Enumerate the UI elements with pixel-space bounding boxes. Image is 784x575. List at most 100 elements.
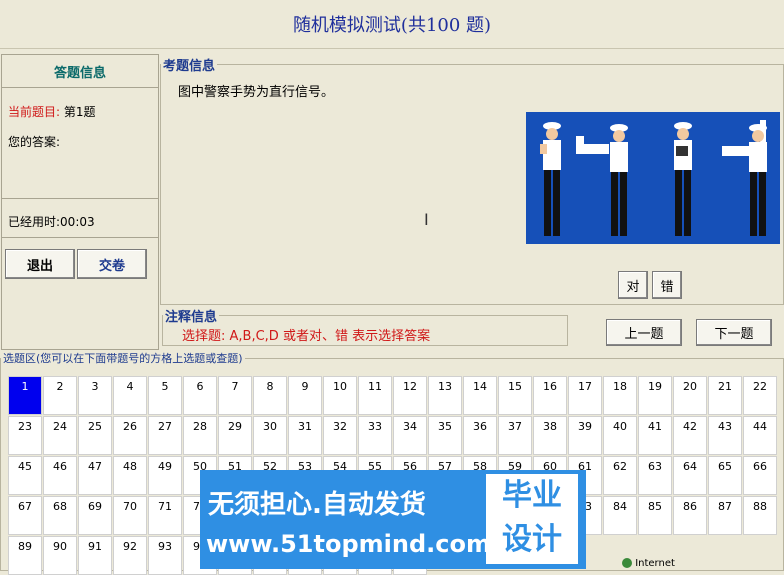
question-number-cell[interactable]: 65 [708,456,742,495]
question-number-cell[interactable]: 92 [113,536,147,575]
watermark-banner: 无须担心.自动发货 www.51topmind.com 毕业 设计 [200,470,586,569]
question-number-cell[interactable]: 3 [78,376,112,415]
question-number-cell[interactable]: 23 [8,416,42,455]
question-number-cell[interactable]: 87 [708,496,742,535]
question-number-cell[interactable]: 17 [568,376,602,415]
divider [2,237,158,238]
question-number-cell[interactable]: 68 [43,496,77,535]
question-number-cell[interactable]: 88 [743,496,777,535]
question-number-cell[interactable]: 47 [78,456,112,495]
elapsed-time-label: 已经用时: [8,215,61,229]
question-number-cell[interactable]: 35 [428,416,462,455]
true-answer-button[interactable]: 对 [618,271,648,299]
text-cursor-icon: Ⅰ [424,210,429,229]
question-number-cell[interactable]: 6 [183,376,217,415]
watermark-badge-line2: 设计 [502,522,562,557]
question-number-cell[interactable]: 41 [638,416,672,455]
question-number-cell[interactable]: 11 [358,376,392,415]
window-title-bar: 随机模拟测试(共100 题) [0,0,784,49]
previous-question-button[interactable]: 上一题 [606,319,682,346]
question-number-cell[interactable]: 15 [498,376,532,415]
question-number-cell[interactable]: 89 [8,536,42,575]
question-number-cell[interactable]: 39 [568,416,602,455]
question-text: 图中警察手势为直行信号。 [178,85,335,100]
question-number-cell[interactable]: 20 [673,376,707,415]
question-number-cell[interactable]: 16 [533,376,567,415]
question-info-legend: 考题信息 [163,59,216,74]
question-number-cell[interactable]: 42 [673,416,707,455]
question-number-cell[interactable]: 7 [218,376,252,415]
question-number-cell[interactable]: 27 [148,416,182,455]
current-question-row: 当前题目: 第1题 [8,103,96,120]
question-number-cell[interactable]: 69 [78,496,112,535]
your-answer-label: 您的答案: [8,135,61,149]
question-number-cell[interactable]: 32 [323,416,357,455]
watermark-badge-line1: 毕业 [502,478,562,513]
question-number-cell[interactable]: 40 [603,416,637,455]
question-number-cell[interactable]: 25 [78,416,112,455]
question-number-cell[interactable]: 21 [708,376,742,415]
question-number-cell[interactable]: 19 [638,376,672,415]
question-number-cell[interactable]: 85 [638,496,672,535]
question-number-cell[interactable]: 18 [603,376,637,415]
question-number-cell[interactable]: 63 [638,456,672,495]
question-number-cell[interactable]: 24 [43,416,77,455]
elapsed-time-row: 已经用时:00:03 [8,213,95,230]
question-number-cell[interactable]: 5 [148,376,182,415]
question-number-cell[interactable]: 22 [743,376,777,415]
question-number-cell[interactable]: 14 [463,376,497,415]
your-answer-row: 您的答案: [8,133,60,150]
question-number-cell[interactable]: 67 [8,496,42,535]
question-number-cell[interactable]: 31 [288,416,322,455]
question-number-cell[interactable]: 46 [43,456,77,495]
status-bar-zone: Internet [622,558,675,569]
police-gesture-image [526,112,780,244]
question-number-cell[interactable]: 9 [288,376,322,415]
question-number-cell[interactable]: 36 [463,416,497,455]
note-info-legend: 注释信息 [165,310,218,325]
question-number-cell[interactable]: 64 [673,456,707,495]
internet-zone-label: Internet [635,558,675,569]
question-number-cell[interactable]: 48 [113,456,147,495]
next-question-button[interactable]: 下一题 [696,319,772,346]
question-number-cell[interactable]: 93 [148,536,182,575]
question-number-cell[interactable]: 90 [43,536,77,575]
current-question-label: 当前题目: [8,105,61,119]
question-number-cell[interactable]: 34 [393,416,427,455]
watermark-badge: 毕业 设计 [486,474,578,564]
submit-exam-button[interactable]: 交卷 [77,249,147,279]
divider [2,198,158,199]
question-number-cell[interactable]: 30 [253,416,287,455]
question-number-cell[interactable]: 62 [603,456,637,495]
question-number-cell[interactable]: 13 [428,376,462,415]
question-number-cell[interactable]: 71 [148,496,182,535]
question-number-cell[interactable]: 86 [673,496,707,535]
question-number-cell[interactable]: 28 [183,416,217,455]
question-number-cell[interactable]: 70 [113,496,147,535]
question-number-cell[interactable]: 37 [498,416,532,455]
question-number-cell[interactable]: 66 [743,456,777,495]
question-number-cell[interactable]: 44 [743,416,777,455]
elapsed-time-value: 00:03 [60,215,95,229]
answer-info-title: 答题信息 [2,55,158,88]
question-number-cell[interactable]: 91 [78,536,112,575]
question-number-cell[interactable]: 84 [603,496,637,535]
question-number-cell[interactable]: 29 [218,416,252,455]
globe-icon [622,558,632,568]
question-number-cell[interactable]: 12 [393,376,427,415]
question-number-cell[interactable]: 45 [8,456,42,495]
note-text: 选择题: A,B,C,D 或者对、错 表示选择答案 [182,329,431,344]
question-number-cell[interactable]: 2 [43,376,77,415]
question-number-cell[interactable]: 43 [708,416,742,455]
question-number-cell[interactable]: 1 [8,376,42,415]
question-number-cell[interactable]: 26 [113,416,147,455]
false-answer-button[interactable]: 错 [652,271,682,299]
question-number-cell[interactable]: 4 [113,376,147,415]
question-number-cell[interactable]: 49 [148,456,182,495]
question-number-cell[interactable]: 33 [358,416,392,455]
question-number-cell[interactable]: 8 [253,376,287,415]
exit-button[interactable]: 退出 [5,249,75,279]
question-number-cell[interactable]: 38 [533,416,567,455]
question-number-cell[interactable]: 10 [323,376,357,415]
watermark-line2: www.51topmind.com [206,530,491,558]
